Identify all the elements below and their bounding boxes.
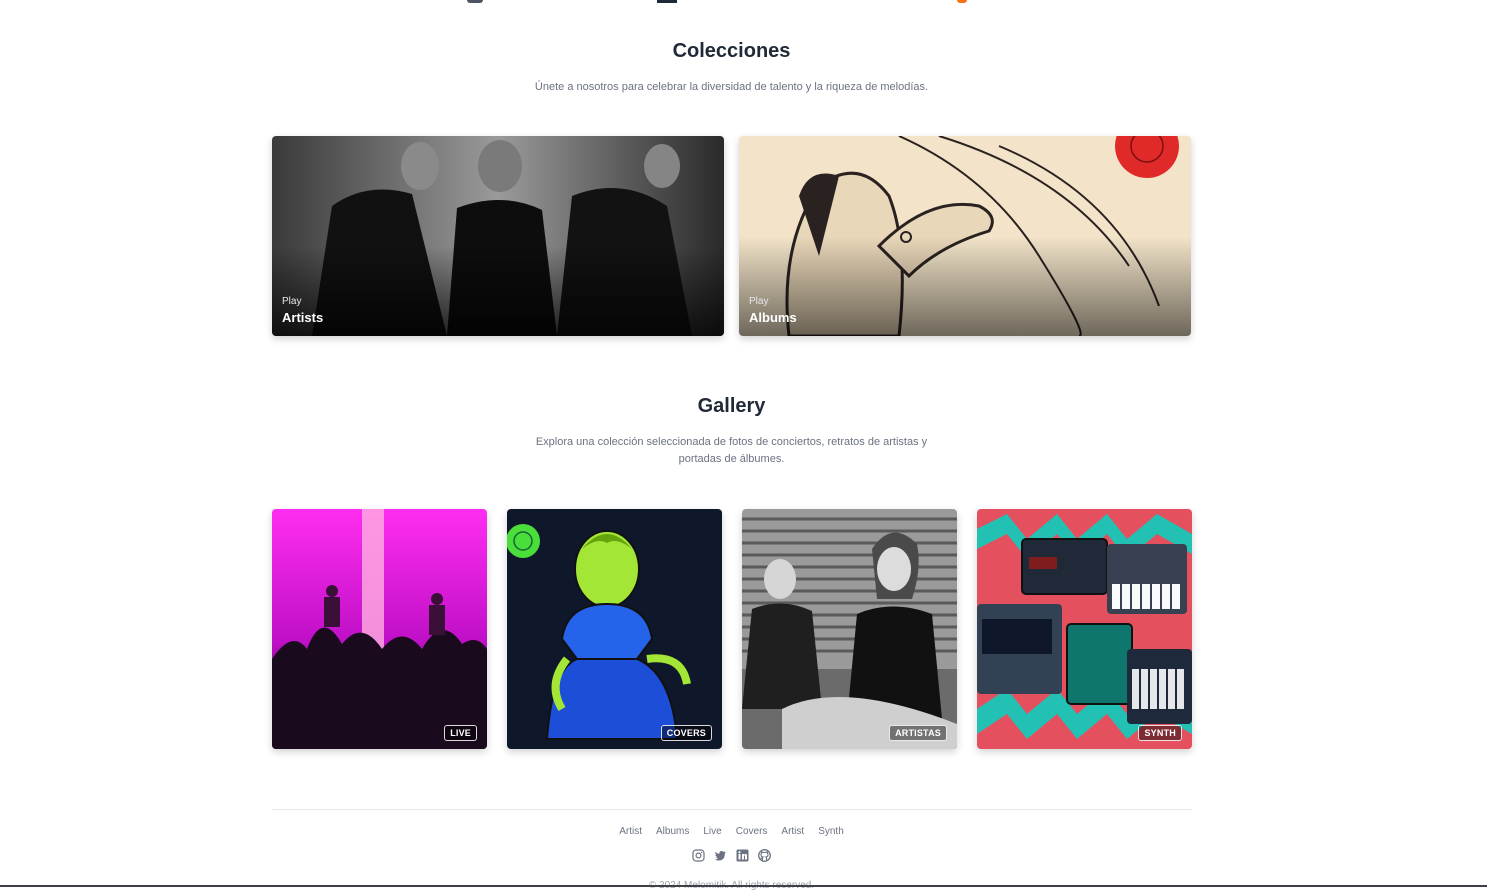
instagram-icon[interactable] <box>692 849 705 862</box>
albums-illustration <box>739 136 1191 336</box>
artistas-tag: ARTISTAS <box>889 725 947 741</box>
footer-link-synth[interactable]: Synth <box>818 826 844 837</box>
gallery-item-live[interactable]: LIVE <box>272 509 487 749</box>
gallery-title: Gallery <box>697 395 766 417</box>
footer-nav: Artist Albums Live Covers Artist Synth <box>0 826 1463 837</box>
artists-card-title: Artists <box>282 310 324 325</box>
artists-card-kicker: Play <box>282 296 302 307</box>
albums-collection-card[interactable]: Play Albums <box>739 136 1191 336</box>
header-fragment-c <box>957 0 967 3</box>
gallery-item-covers[interactable]: COVERS <box>507 509 722 749</box>
album-cover-art-icon <box>507 509 722 749</box>
collections-subtitle: Únete a nosotros para celebrar la divers… <box>534 81 929 93</box>
footer-link-albums[interactable]: Albums <box>656 826 689 837</box>
linkedin-icon[interactable] <box>736 849 749 862</box>
covers-tag: COVERS <box>660 725 712 741</box>
live-tag: LIVE <box>444 725 477 741</box>
artist-portrait-icon <box>742 509 957 749</box>
artists-photo <box>272 136 724 336</box>
gallery-item-artistas[interactable]: ARTISTAS <box>742 509 957 749</box>
footer-divider <box>272 809 1192 810</box>
synthesizers-illustration-icon <box>977 509 1192 749</box>
footer-link-covers[interactable]: Covers <box>736 826 768 837</box>
concert-photo-icon <box>272 509 487 749</box>
social-links <box>0 849 1463 862</box>
twitter-icon[interactable] <box>714 849 727 862</box>
albums-card-title: Albums <box>749 310 797 325</box>
synth-tag: SYNTH <box>1138 725 1182 741</box>
footer-link-live[interactable]: Live <box>703 826 721 837</box>
gallery-item-synth[interactable]: SYNTH <box>977 509 1192 749</box>
footer-link-artist-2[interactable]: Artist <box>781 826 804 837</box>
header-fragment-b <box>657 0 677 3</box>
albums-card-kicker: Play <box>749 296 769 307</box>
gallery-subtitle-line2: portadas de álbumes. <box>678 453 785 465</box>
collections-title: Colecciones <box>672 40 791 62</box>
github-icon[interactable] <box>758 849 771 862</box>
header-fragment-a <box>467 0 483 3</box>
artists-collection-card[interactable]: Play Artists <box>272 136 724 336</box>
gallery-subtitle-line1: Explora una colección seleccionada de fo… <box>535 436 928 448</box>
footer-link-artist[interactable]: Artist <box>619 826 642 837</box>
